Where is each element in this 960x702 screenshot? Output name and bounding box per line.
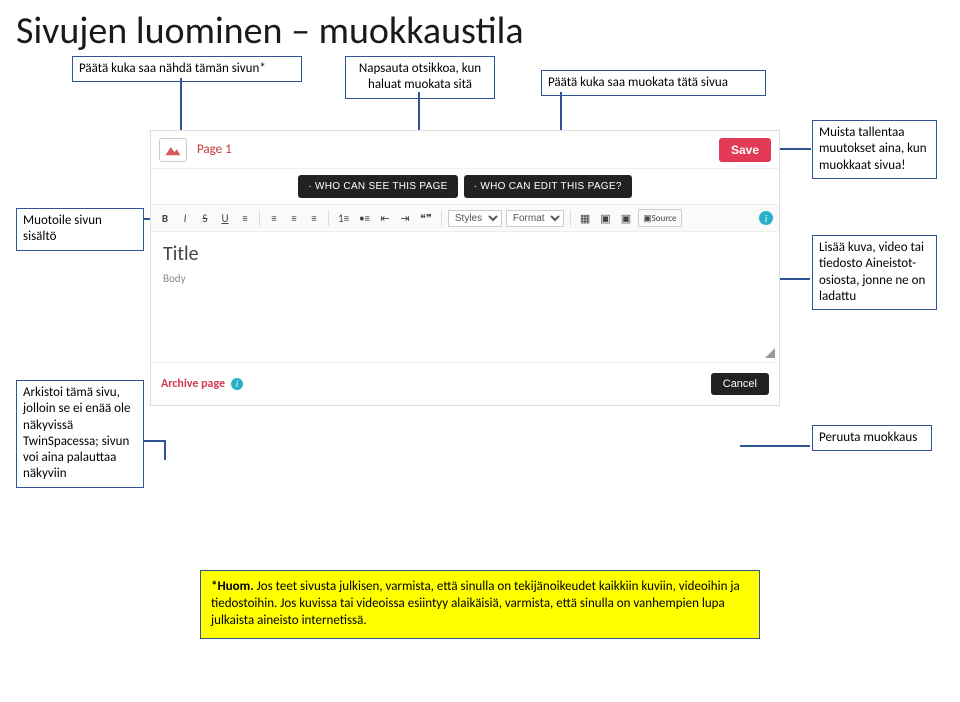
underline-button[interactable]: U (217, 209, 233, 227)
indent-button[interactable]: ⇥ (397, 209, 413, 227)
unordered-list-button[interactable]: •≡ (356, 209, 373, 227)
align-left-button[interactable]: ≡ (266, 209, 282, 227)
callout-save: Muista tallentaa muutokset aina, kun muo… (812, 120, 937, 179)
page-title: Sivujen luominen – muokkaustila (0, 0, 960, 58)
styles-select[interactable]: Styles (448, 210, 502, 227)
page-thumbnail-icon (159, 138, 187, 162)
source-label: Source (652, 213, 677, 224)
align-center-button[interactable]: ≡ (286, 209, 302, 227)
callout-insert-media: Lisää kuva, video tai tiedosto Aineistot… (812, 235, 937, 310)
footnote: *Huom. Jos teet sivusta julkisen, varmis… (200, 570, 760, 639)
format-toolbar: B I S U ≡ ≡ ≡ ≡ 1≡ •≡ ⇤ ⇥ ❝❞ Styles Form… (151, 205, 779, 232)
info-icon[interactable]: i (759, 211, 773, 225)
callout-who-can-see: Päätä kuka saa nähdä tämän sivun* (72, 56, 302, 82)
callout-format-content: Muotoile sivun sisältö (16, 208, 144, 251)
align-right-button[interactable]: ≡ (306, 209, 322, 227)
outdent-button[interactable]: ⇤ (377, 209, 393, 227)
connector-line (164, 440, 166, 460)
source-button[interactable]: ▣ Source (638, 209, 681, 227)
who-can-see-button[interactable]: · WHO CAN SEE THIS PAGE (298, 175, 457, 198)
callout-who-can-edit: Päätä kuka saa muokata tätä sivua (541, 70, 766, 96)
who-can-edit-button[interactable]: · WHO CAN EDIT THIS PAGE? (464, 175, 632, 198)
editor-title-placeholder: Title (163, 242, 767, 266)
resize-handle-icon[interactable] (765, 348, 775, 358)
editor-area[interactable]: Title Body (151, 232, 779, 362)
insert-media-button-2[interactable]: ▣ (618, 209, 634, 227)
footnote-bold: *Huom. (211, 579, 254, 594)
permissions-bar: · WHO CAN SEE THIS PAGE · WHO CAN EDIT T… (151, 169, 779, 205)
format-select[interactable]: Format (506, 210, 564, 227)
footer-bar: Archive page i Cancel (151, 362, 779, 405)
cancel-button[interactable]: Cancel (711, 373, 769, 395)
bold-button[interactable]: B (157, 209, 173, 227)
info-icon[interactable]: i (231, 378, 243, 390)
toolbar-separator (328, 210, 329, 226)
italic-button[interactable]: I (177, 209, 193, 227)
toolbar-separator (441, 210, 442, 226)
callout-cancel: Peruuta muokkaus (812, 425, 932, 451)
callout-archive: Arkistoi tämä sivu, jolloin se ei enää o… (16, 380, 144, 488)
callout-click-title: Napsauta otsikkoa, kun haluat muokata si… (345, 56, 495, 99)
ordered-list-button[interactable]: 1≡ (335, 209, 352, 227)
archive-page-link[interactable]: Archive page (161, 377, 225, 391)
connector-line (740, 445, 810, 447)
title-bar: Page 1 Save (151, 131, 779, 169)
table-button[interactable]: ▦ (577, 209, 593, 227)
strike-button[interactable]: S (197, 209, 213, 227)
insert-media-button[interactable]: ▣ (597, 209, 613, 227)
blockquote-button[interactable]: ❝❞ (417, 209, 435, 227)
page-name-label[interactable]: Page 1 (197, 142, 719, 157)
save-button[interactable]: Save (719, 138, 771, 162)
footnote-text: Jos teet sivusta julkisen, varmista, ett… (211, 579, 740, 628)
toolbar-separator (570, 210, 571, 226)
connector-line (144, 440, 164, 442)
editor-screenshot: Page 1 Save · WHO CAN SEE THIS PAGE · WH… (150, 130, 780, 406)
clear-format-button[interactable]: ≡ (237, 209, 253, 227)
editor-body-placeholder: Body (163, 272, 767, 285)
toolbar-separator (259, 210, 260, 226)
